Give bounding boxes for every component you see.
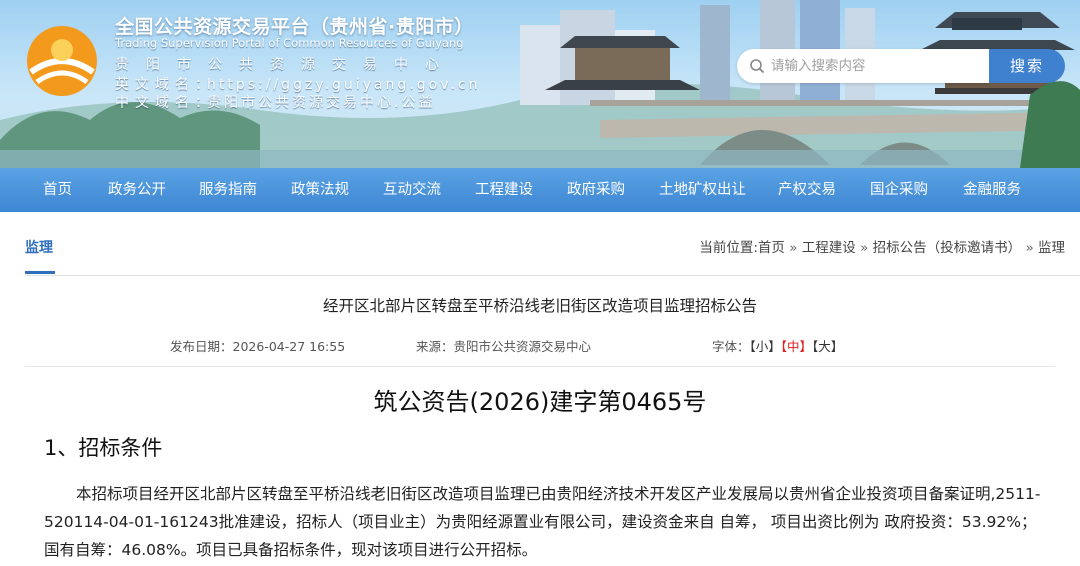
portal-title-en: Trading Supervision Portal of Common Res…	[115, 36, 464, 50]
breadcrumb: 当前位置:首页 » 工程建设 » 招标公告（投标邀请书） » 监理	[699, 236, 1065, 256]
nav-policy[interactable]: 政策法规	[291, 168, 349, 212]
header-banner: 全国公共资源交易平台（贵州省·贵阳市） Trading Supervision …	[0, 0, 1080, 168]
breadcrumb-separator: »	[789, 240, 798, 256]
divider	[25, 366, 1055, 367]
domain-en-label: 英文域名：	[115, 77, 215, 93]
nav-interaction[interactable]: 互动交流	[383, 168, 441, 212]
breadcrumb-tender-notice[interactable]: 招标公告（投标邀请书）	[873, 240, 1022, 256]
breadcrumb-separator: »	[1025, 240, 1034, 256]
source-label: 来源：	[416, 339, 454, 354]
domain-en-value[interactable]: https://ggzy.guiyang.gov.cn	[207, 77, 480, 93]
breadcrumb-home[interactable]: 首页	[758, 240, 785, 256]
publish-date: 发布日期：2026-04-27 16:55	[170, 336, 345, 355]
breadcrumb-bar: 监理 当前位置:首页 » 工程建设 » 招标公告（投标邀请书） » 监理	[25, 213, 1080, 276]
header-row-domain-en: 英文域名：https://ggzy.guiyang.gov.cn	[115, 74, 480, 94]
nav-property-trading[interactable]: 产权交易	[778, 168, 836, 212]
section-paragraph: 本招标项目经开区北部片区转盘至平桥沿线老旧街区改造项目监理已由贵阳经济技术开发区…	[44, 485, 1041, 559]
nav-service-guide[interactable]: 服务指南	[199, 168, 257, 212]
search-button[interactable]: 搜索	[989, 49, 1065, 83]
header-row-domain-cn: 中文域名：贵阳市公共资源交易中心.公益	[115, 92, 435, 112]
nav-land-mining[interactable]: 土地矿权出让	[659, 168, 746, 212]
font-size-switcher: 字体：【小】【中】【大】	[712, 336, 843, 355]
search-input[interactable]	[771, 49, 981, 83]
nav-construction[interactable]: 工程建设	[475, 168, 533, 212]
category-underline	[25, 271, 55, 274]
source-value: 贵阳市公共资源交易中心	[453, 339, 592, 354]
search-icon	[750, 59, 765, 74]
publish-date-value: 2026-04-27 16:55	[232, 339, 346, 354]
font-size-large[interactable]: 【大】	[812, 339, 843, 354]
article-source: 来源：贵阳市公共资源交易中心	[416, 336, 591, 355]
article-title: 经开区北部片区转盘至平桥沿线老旧街区改造项目监理招标公告	[322, 297, 757, 315]
search-box	[737, 49, 989, 83]
nav-finance[interactable]: 金融服务	[963, 168, 1021, 212]
section-heading: 1、招标条件	[44, 436, 163, 460]
font-size-small[interactable]: 【小】	[750, 339, 781, 354]
font-size-label: 字体：	[712, 339, 750, 354]
org-name: 贵阳市公共资源交易中心	[115, 57, 456, 73]
breadcrumb-prefix: 当前位置:	[699, 240, 758, 256]
breadcrumb-supervision[interactable]: 监理	[1038, 240, 1065, 256]
font-size-medium[interactable]: 【中】	[781, 339, 812, 354]
header-row-org: 贵阳市公共资源交易中心	[115, 54, 456, 74]
domain-cn-value[interactable]: 贵阳市公共资源交易中心.公益	[207, 95, 435, 111]
nav-home[interactable]: 首页	[43, 168, 72, 212]
main-nav: 首页 政务公开 服务指南 政策法规 互动交流 工程建设 政府采购 土地矿权出让 …	[0, 168, 1080, 212]
breadcrumb-construction[interactable]: 工程建设	[802, 240, 856, 256]
category-title: 监理	[25, 240, 53, 256]
search-bar: 搜索	[737, 49, 1065, 83]
nav-soe-procurement[interactable]: 国企采购	[870, 168, 928, 212]
nav-gov-procurement[interactable]: 政府采购	[567, 168, 625, 212]
breadcrumb-separator: »	[860, 240, 869, 256]
publish-date-label: 发布日期：	[170, 339, 233, 354]
portal-title-cn: 全国公共资源交易平台（贵州省·贵阳市）	[115, 16, 474, 38]
domain-cn-label: 中文域名：	[115, 95, 215, 111]
nav-gov-affairs[interactable]: 政务公开	[108, 168, 166, 212]
document-number: 筑公资告(2026)建字第0465号	[373, 388, 707, 416]
site-logo	[27, 26, 97, 96]
